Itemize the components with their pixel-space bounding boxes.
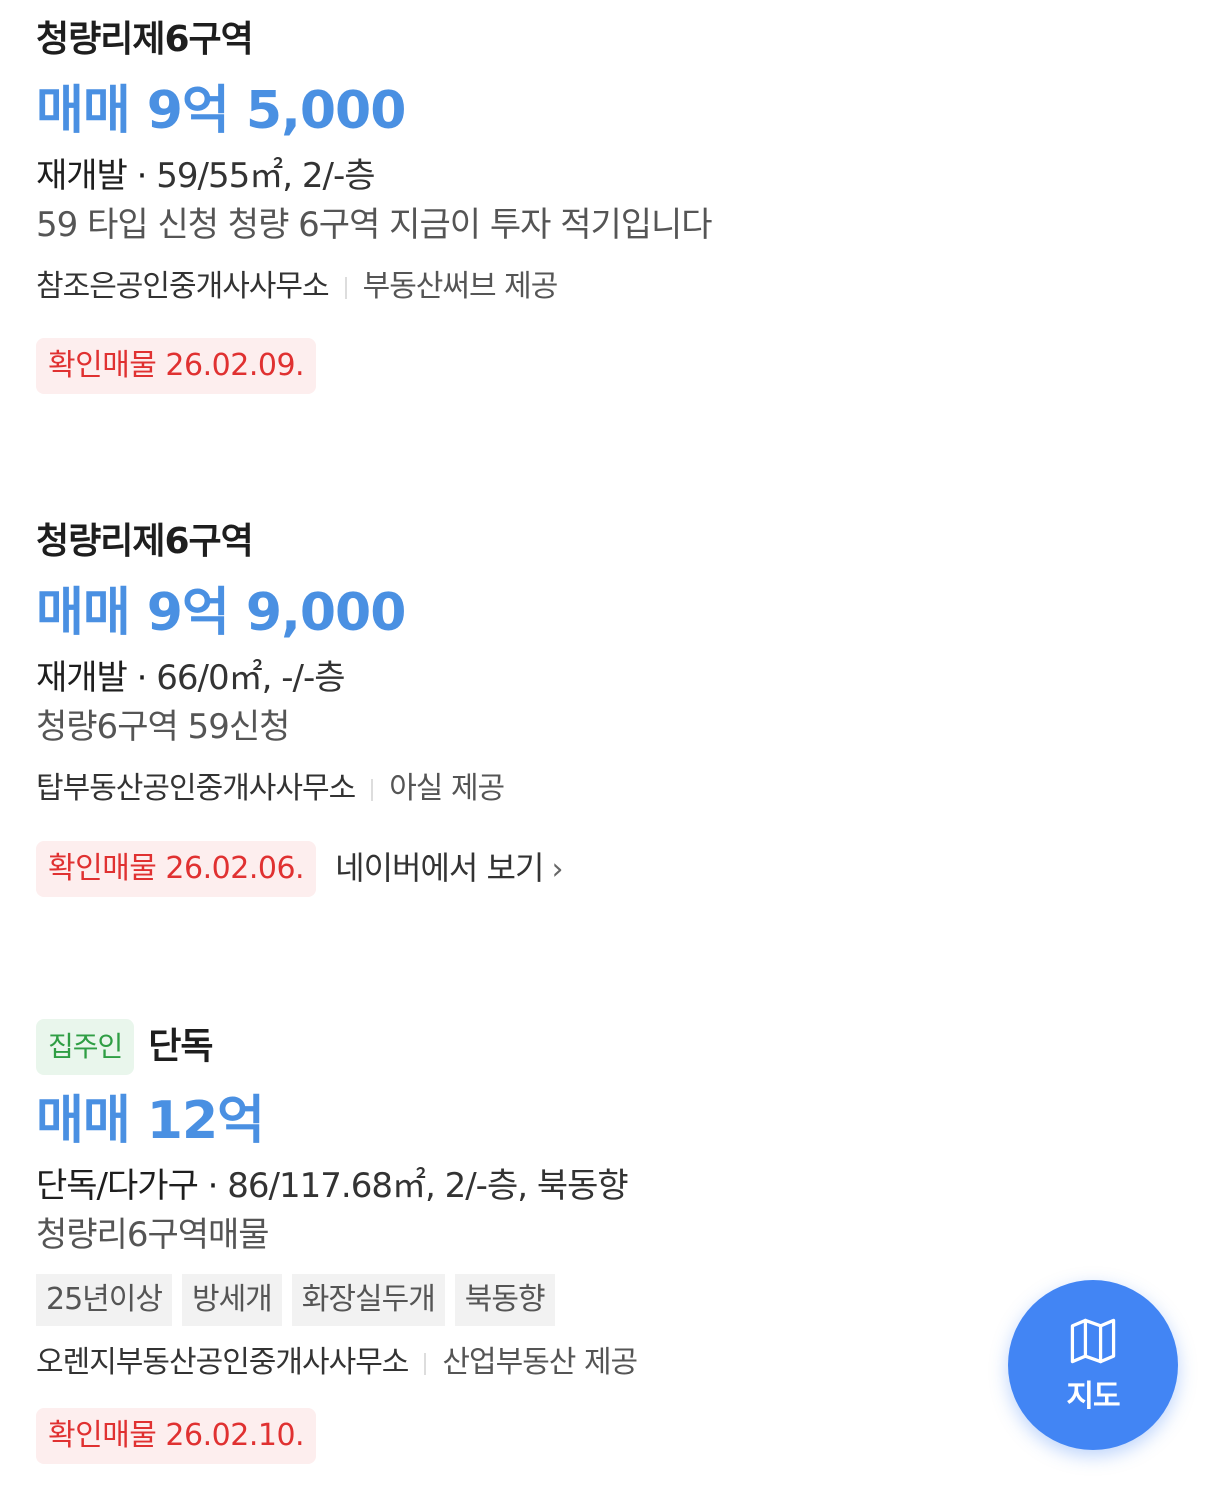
chevron-right-icon: › <box>551 852 563 887</box>
confirm-row: 확인매물 26.02.06. 네이버에서 보기 › <box>36 840 1036 898</box>
map-icon <box>1067 1315 1119 1367</box>
agency-name: 오렌지부동산공인중개사사무소 <box>36 1345 409 1380</box>
confirm-row: 확인매물 26.02.10. <box>36 1408 1036 1464</box>
listing-price: 매매 12억 <box>36 1091 265 1151</box>
property-type: 재개발 <box>36 156 128 196</box>
listing-card[interactable]: 청량리제6구역 매매 9억 9,000 재개발 · 66/0㎡, -/-층 청량… <box>36 516 1036 898</box>
property-type: 재개발 <box>36 658 128 698</box>
feature-tag: 화장실두개 <box>291 1274 445 1326</box>
listing-title-row: 집주인 단독 <box>36 1016 1036 1076</box>
divider <box>371 778 374 801</box>
listing-description: 청량리6구역매물 <box>36 1215 270 1255</box>
feature-tag: 25년이상 <box>36 1274 172 1326</box>
provider-name: 산업부동산 제공 <box>442 1345 638 1380</box>
listing-spec: 단독/다가구 · 86/117.68㎡, 2/-층, 북동향 <box>36 1162 1036 1210</box>
listing-description: 청량6구역 59신청 <box>36 707 290 747</box>
listing-title: 단독 <box>148 1026 213 1067</box>
divider <box>424 1352 427 1375</box>
confirm-badge: 확인매물 26.02.10. <box>36 1408 317 1464</box>
separator-dot: · <box>136 156 148 196</box>
listing-card[interactable]: 청량리제6구역 매매 9억 5,000 재개발 · 59/55㎡, 2/-층 5… <box>36 14 1036 394</box>
listing-title: 청량리제6구역 <box>36 19 254 60</box>
divider <box>344 276 347 299</box>
listing-title: 청량리제6구역 <box>36 521 254 562</box>
agency-row: 참조은공인중개사사무소 부동산써브 제공 <box>36 262 1036 312</box>
property-specs: 86/117.68㎡, 2/-층, 북동향 <box>227 1166 628 1206</box>
confirm-row: 확인매물 26.02.09. <box>36 338 1036 394</box>
listing-spec: 재개발 · 59/55㎡, 2/-층 <box>36 152 1036 200</box>
property-type: 단독/다가구 <box>36 1166 199 1206</box>
view-on-naver-label: 네이버에서 보기 <box>335 849 544 887</box>
separator-dot: · <box>136 658 148 698</box>
listing-spec: 재개발 · 66/0㎡, -/-층 <box>36 654 1036 702</box>
agency-row: 오렌지부동산공인중개사사무소 산업부동산 제공 <box>36 1338 1036 1388</box>
listing-price: 매매 9억 9,000 <box>36 583 406 643</box>
map-button[interactable]: 지도 <box>1008 1280 1178 1450</box>
listing-description: 59 타입 신청 청량 6구역 지금이 투자 적기입니다 <box>36 205 713 245</box>
property-specs: 59/55㎡, 2/-층 <box>156 156 375 196</box>
feature-tag: 북동향 <box>454 1274 555 1326</box>
feature-tags: 25년이상 방세개 화장실두개 북동향 <box>36 1274 1036 1326</box>
map-button-label: 지도 <box>1066 1379 1120 1414</box>
confirm-badge: 확인매물 26.02.09. <box>36 338 317 394</box>
provider-name: 부동산써브 제공 <box>362 269 559 304</box>
agency-row: 탑부동산공인중개사사무소 아실 제공 <box>36 764 1036 814</box>
agency-name: 참조은공인중개사사무소 <box>36 269 330 304</box>
listing-price: 매매 9억 5,000 <box>36 81 406 141</box>
listing-card[interactable]: 집주인 단독 매매 12억 단독/다가구 · 86/117.68㎡, 2/-층, … <box>36 1016 1036 1464</box>
property-specs: 66/0㎡, -/-층 <box>156 658 345 698</box>
provider-name: 아실 제공 <box>389 771 505 806</box>
view-on-naver-link[interactable]: 네이버에서 보기 › <box>335 840 563 898</box>
owner-badge: 집주인 <box>36 1019 135 1075</box>
confirm-badge: 확인매물 26.02.06. <box>36 841 317 897</box>
feature-tag: 방세개 <box>181 1274 282 1326</box>
agency-name: 탑부동산공인중개사사무소 <box>36 771 356 806</box>
separator-dot: · <box>207 1166 219 1206</box>
